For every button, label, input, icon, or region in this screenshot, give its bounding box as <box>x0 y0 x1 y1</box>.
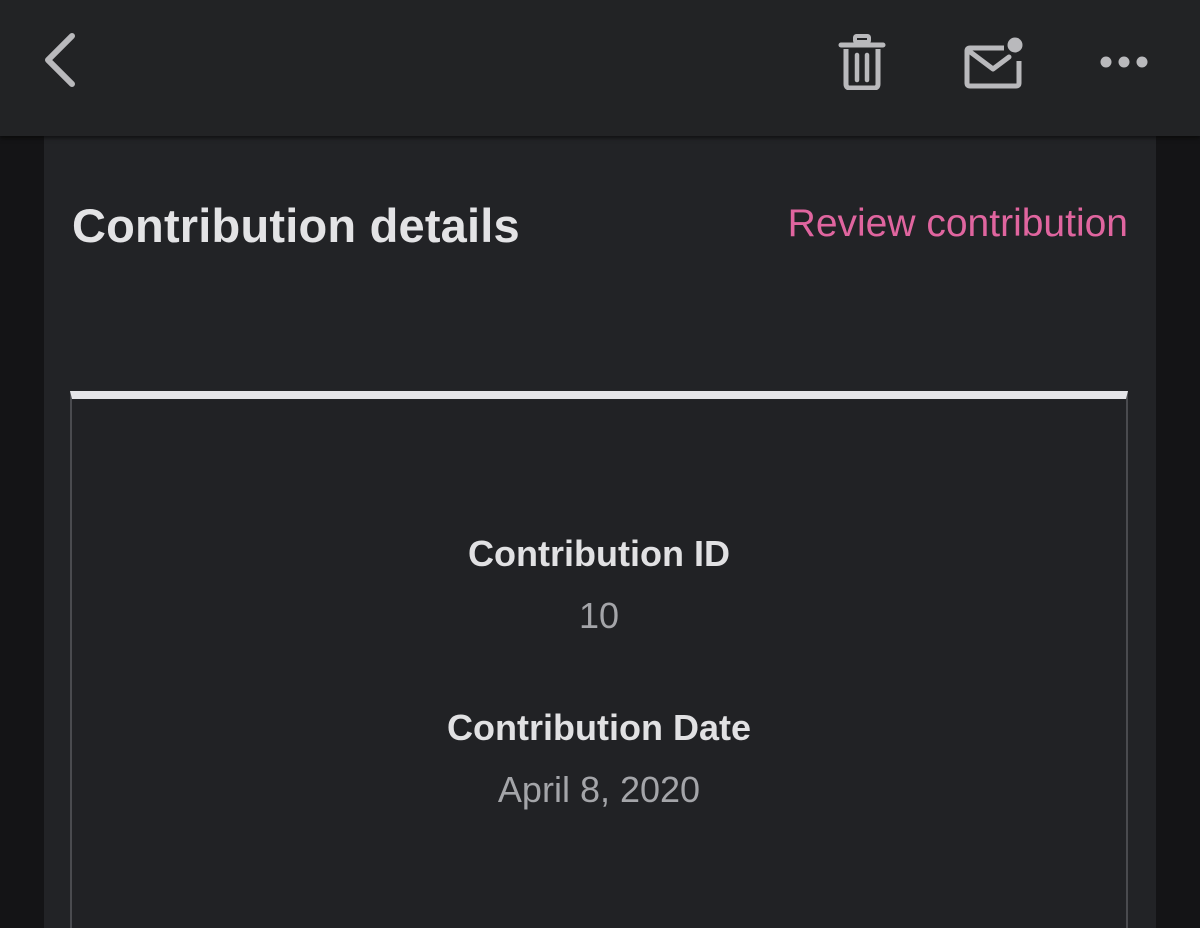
mail-unread-icon <box>964 37 1023 89</box>
more-button[interactable] <box>1094 26 1154 98</box>
mark-unread-button[interactable] <box>956 26 1032 98</box>
contribution-date-label: Contribution Date <box>447 707 751 748</box>
screen: Contribution details Review contribution… <box>0 0 1200 928</box>
delete-button[interactable] <box>826 26 898 98</box>
contribution-id-label: Contribution ID <box>468 533 730 574</box>
contribution-date-value: April 8, 2020 <box>497 769 701 810</box>
chevron-left-icon <box>45 33 75 87</box>
trash-icon <box>838 34 886 90</box>
top-toolbar <box>0 0 1200 136</box>
contribution-id-value: 10 <box>578 595 620 636</box>
back-button[interactable] <box>30 24 90 96</box>
contribution-details-box: Contribution ID 10 Contribution Date Apr… <box>70 391 1128 928</box>
page-title: Contribution details <box>72 199 520 252</box>
email-card: Contribution details Review contribution… <box>44 136 1156 928</box>
review-contribution-link[interactable]: Review contribution <box>788 202 1128 246</box>
more-horizontal-icon <box>1100 56 1148 68</box>
